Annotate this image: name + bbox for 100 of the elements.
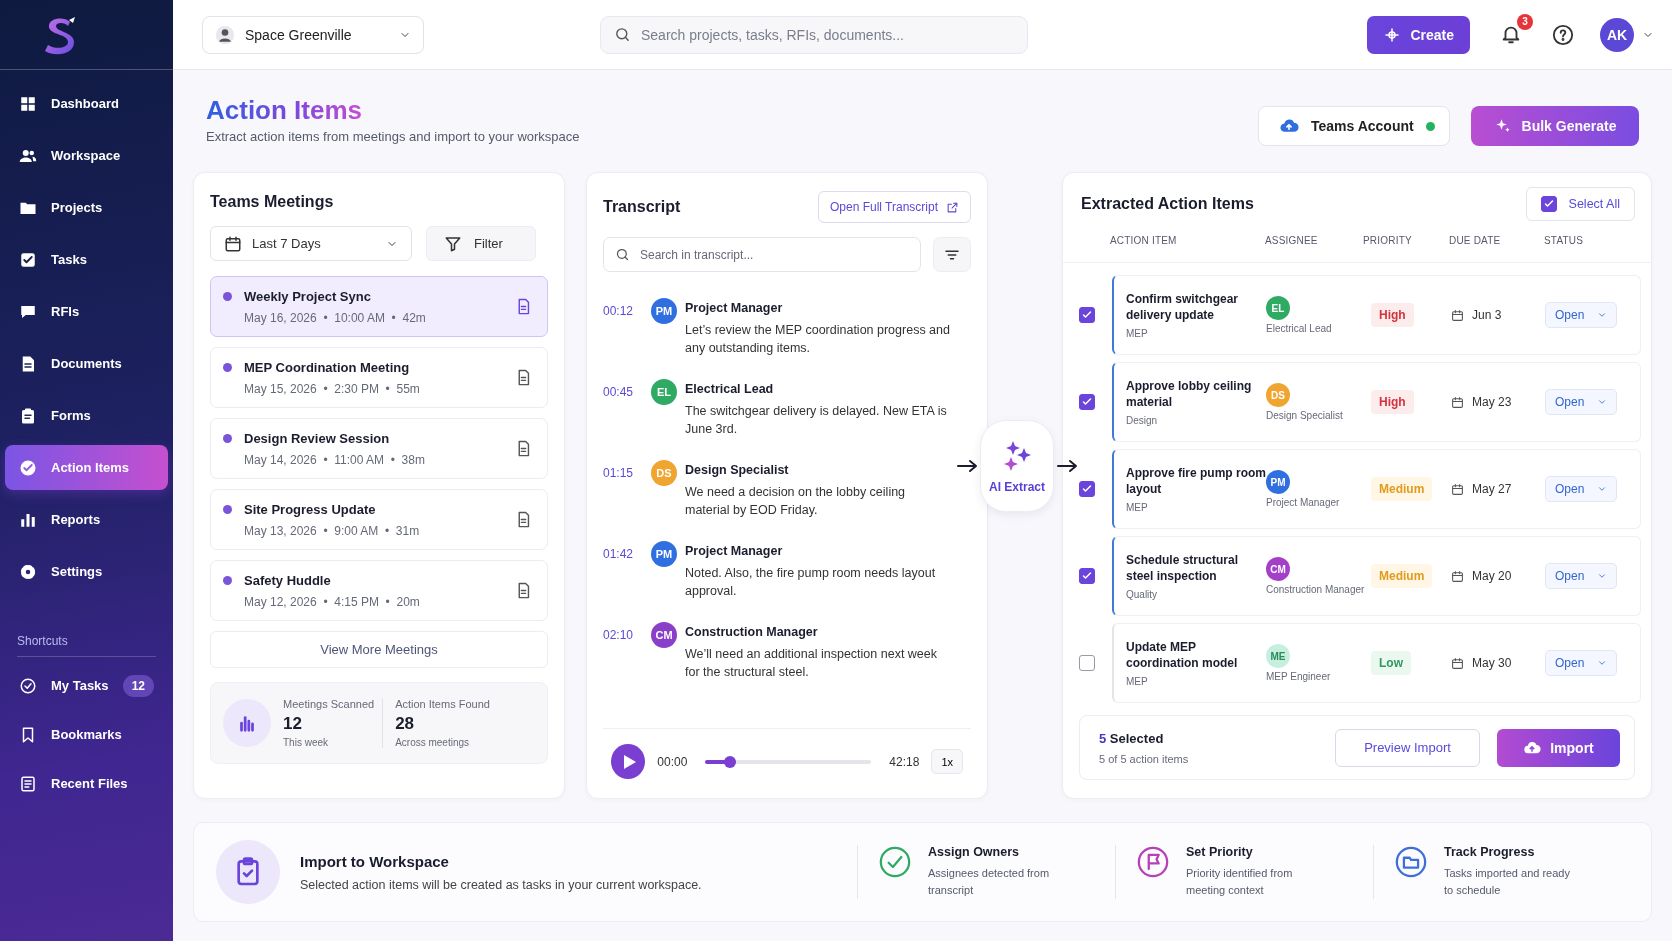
nav-item[interactable]: Dashboard [5, 81, 168, 126]
timestamp[interactable]: 00:45 [603, 385, 651, 399]
search-field[interactable]: Search projects, tasks, RFIs, documents... [600, 15, 1028, 54]
nav-item[interactable]: Workspace [5, 133, 168, 178]
priority-tag: Low [1371, 651, 1411, 675]
meeting-title: Site Progress Update [244, 501, 377, 517]
column-header: STATUS [1544, 235, 1585, 246]
status-dropdown[interactable]: Open [1545, 650, 1617, 676]
workspace-select[interactable]: Space Greenville [202, 15, 424, 54]
check-icon [1081, 309, 1093, 321]
assignee-avatar: ME [1266, 644, 1290, 668]
row-checkbox[interactable] [1079, 655, 1095, 671]
meeting-card[interactable]: Design Review Session May 14, 2026 • 11:00 AM • 38m [210, 418, 548, 479]
feature-title: Set Priority [1186, 845, 1254, 859]
row-checkbox[interactable] [1079, 481, 1095, 497]
meeting-title: MEP Coordination Meeting [244, 359, 411, 375]
speed-button[interactable]: 1x [931, 749, 963, 774]
sort-button[interactable] [933, 237, 971, 272]
meeting-dot [223, 434, 232, 443]
nav-item[interactable]: Tasks [5, 237, 168, 282]
nav-item[interactable]: Action Items [5, 445, 168, 490]
panel-title: Extracted Action Items [1081, 195, 1254, 213]
timestamp[interactable]: 02:10 [603, 628, 651, 642]
feature-title: Track Progress [1444, 845, 1536, 859]
selected-label: Selected [1109, 730, 1164, 746]
ai-extract-button[interactable]: AI Extract [980, 420, 1054, 512]
speaker-avatar: DS [651, 460, 677, 486]
action-item-title: Schedule structural steel inspection [1126, 552, 1240, 584]
timestamp[interactable]: 01:15 [603, 466, 651, 480]
view-more-button[interactable]: View More Meetings [210, 631, 548, 668]
speaker-name: Design Specialist [685, 463, 790, 477]
row-checkbox[interactable] [1079, 307, 1095, 323]
check-circle-icon [19, 676, 37, 695]
meeting-details: May 15, 2026 • 2:30 PM • 55m [244, 381, 420, 396]
feature-title: Assign Owners [928, 845, 1020, 859]
meeting-title: Weekly Project Sync [244, 288, 372, 304]
filter-button[interactable]: Filter [426, 226, 536, 261]
calendar-icon [1451, 308, 1464, 322]
nav-item[interactable]: Reports [5, 497, 168, 542]
row-checkbox[interactable] [1079, 394, 1095, 410]
shortcut-label: My Tasks [51, 678, 109, 693]
shortcut-item[interactable]: Recent Files [5, 761, 168, 806]
due-date: May 23 [1472, 395, 1512, 409]
selected-count: 5 [1099, 730, 1107, 746]
open-transcript-button[interactable]: Open Full Transcript [817, 191, 971, 223]
stat-note: Across meetings [395, 737, 471, 748]
nav-item[interactable]: Forms [5, 393, 168, 438]
column-header: DUE DATE [1449, 235, 1502, 246]
date-range-select[interactable]: Last 7 Days [210, 226, 412, 261]
help-icon [1552, 23, 1574, 46]
speaker-name: Project Manager [685, 544, 784, 558]
play-button[interactable] [611, 744, 646, 779]
meeting-card[interactable]: Weekly Project Sync May 16, 2026 • 10:00 AM • 42m [210, 276, 548, 337]
assignee-avatar: EL [1266, 296, 1290, 320]
user-avatar[interactable]: AK [1600, 17, 1634, 52]
category-label: MEP [1126, 328, 1149, 339]
row-checkbox[interactable] [1079, 568, 1095, 584]
status-dropdown[interactable]: Open [1545, 389, 1617, 415]
calendar-icon [1451, 569, 1464, 583]
teams-account-button[interactable]: Teams Account [1258, 106, 1450, 146]
timestamp[interactable]: 01:42 [603, 547, 651, 561]
timestamp[interactable]: 00:12 [603, 304, 651, 318]
status-dropdown[interactable]: Open [1545, 302, 1617, 328]
status-dropdown[interactable]: Open [1545, 476, 1617, 502]
nav-item[interactable]: RFIs [5, 289, 168, 334]
check-icon [1081, 570, 1093, 582]
transcript-search-field[interactable]: Search in transcript... [603, 237, 921, 272]
arrow-icon [1056, 459, 1078, 473]
assignee-avatar: DS [1266, 383, 1290, 407]
meeting-card[interactable]: Site Progress Update May 13, 2026 • 9:00 AM • 31m [210, 489, 548, 550]
chevron-down-icon [1597, 571, 1607, 581]
assignee-name: Project Manager [1266, 497, 1341, 508]
document-icon [19, 774, 37, 793]
nav-item[interactable]: Documents [5, 341, 168, 386]
feature-text: Tasks imported and ready to schedule [1444, 866, 1571, 898]
select-all-checkbox[interactable]: Select All [1525, 187, 1635, 221]
due-date: Jun 3 [1472, 308, 1502, 322]
assignee-avatar: CM [1266, 557, 1290, 581]
speaker-name: Electrical Lead [685, 382, 775, 396]
create-button[interactable]: Create [1367, 15, 1470, 54]
preview-import-button[interactable]: Preview Import [1335, 728, 1480, 767]
transcript-text: Let’s review the MEP coordination progress and any outstanding items. [685, 322, 950, 357]
nav-item[interactable]: Settings [5, 549, 168, 594]
import-button[interactable]: Import [1497, 728, 1620, 767]
clipboard-icon [19, 406, 37, 425]
meeting-card[interactable]: MEP Coordination Meeting May 15, 2026 • 2:30 PM • 55m [210, 347, 548, 408]
stat-note: This week [283, 737, 329, 748]
action-item-title: Update MEP coordination model [1126, 639, 1239, 671]
status-dropdown[interactable]: Open [1545, 563, 1617, 589]
column-header: PRIORITY [1363, 235, 1413, 246]
flag-icon [1136, 845, 1170, 879]
bulk-generate-button[interactable]: Bulk Generate [1471, 106, 1639, 146]
nav-item[interactable]: Projects [5, 185, 168, 230]
shortcut-label: Recent Files [51, 776, 128, 791]
meeting-card[interactable]: Safety Huddle May 12, 2026 • 4:15 PM • 20m [210, 560, 548, 621]
stat-value: 28 [395, 714, 416, 734]
checkbox-icon [19, 250, 37, 269]
shortcut-item[interactable]: Bookmarks [5, 712, 168, 757]
meeting-details: May 16, 2026 • 10:00 AM • 42m [244, 310, 426, 325]
shortcut-item[interactable]: My Tasks 12 [5, 663, 168, 708]
